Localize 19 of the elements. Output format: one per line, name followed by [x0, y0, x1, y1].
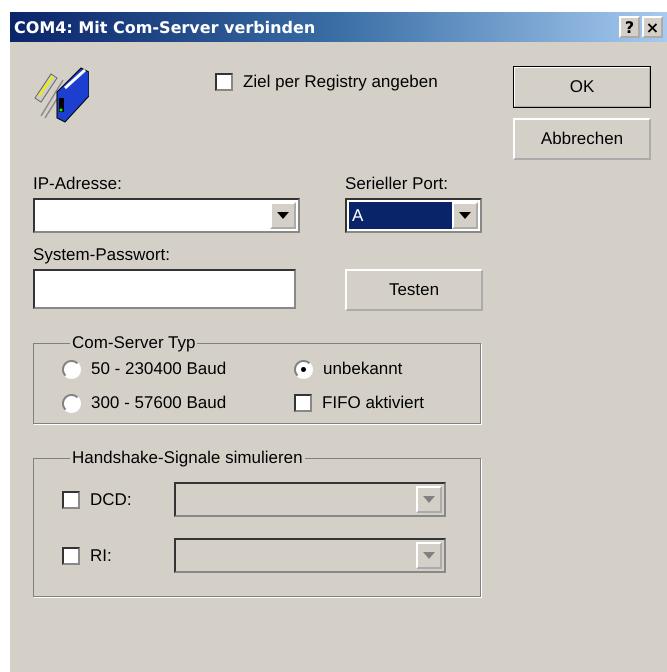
ip-address-label: IP-Adresse: [33, 174, 123, 194]
ip-address-combo[interactable] [33, 198, 300, 233]
password-label: System-Passwort: [33, 245, 171, 265]
test-button[interactable]: Testen [345, 269, 483, 311]
window-title: COM4: Mit Com-Server verbinden [14, 18, 316, 36]
close-button[interactable]: × [642, 16, 663, 38]
group-title: Com-Server Typ [71, 333, 196, 353]
password-field[interactable] [33, 269, 296, 309]
cancel-button[interactable]: Abbrechen [513, 118, 651, 160]
radio-option[interactable]: 300 - 57600 Baud [62, 393, 294, 413]
group-title: Handshake-Signale simulieren [71, 448, 304, 468]
serial-port-combo[interactable]: A [345, 198, 482, 233]
radio-option[interactable]: 50 - 230400 Baud [62, 359, 294, 379]
radio-option[interactable]: unbekannt [294, 359, 480, 379]
registry-checkbox[interactable]: Ziel per Registry angeben [215, 72, 438, 92]
serial-port-label: Serieller Port: [345, 174, 449, 194]
help-button[interactable]: ? [619, 16, 640, 38]
checkbox-option[interactable]: FIFO aktiviert [294, 393, 480, 413]
ok-button[interactable]: OK [513, 66, 651, 108]
